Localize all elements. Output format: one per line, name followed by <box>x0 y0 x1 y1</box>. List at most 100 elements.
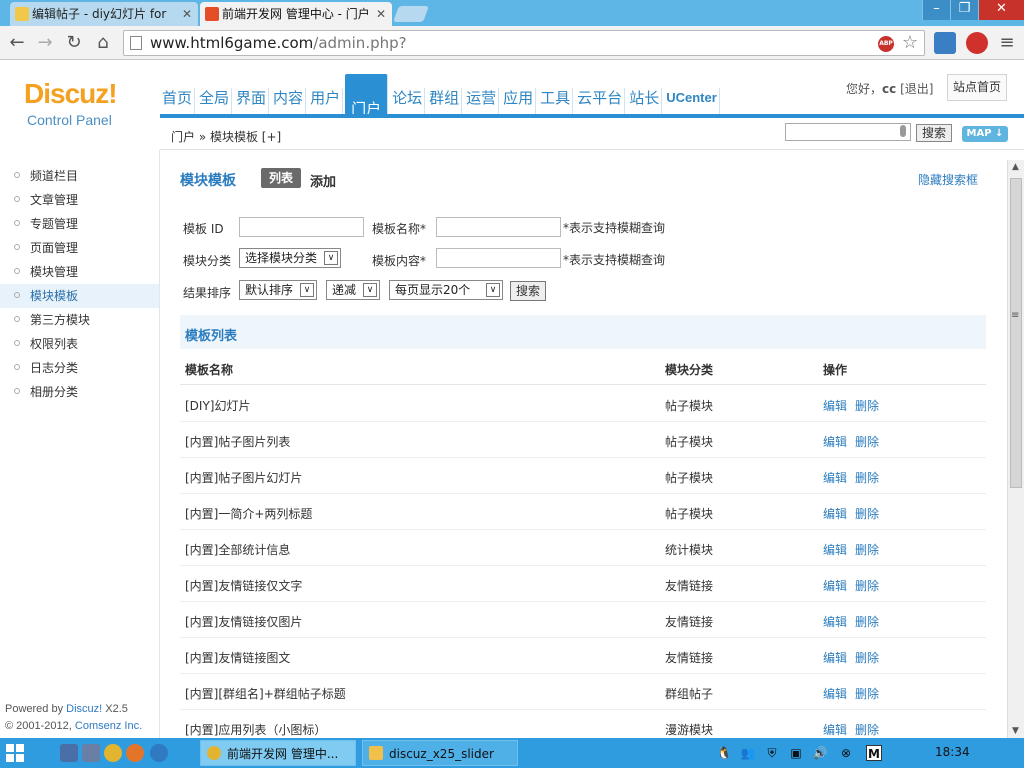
nav-item-13[interactable]: UCenter <box>664 88 720 114</box>
task-chrome-admin[interactable]: 前端开发网 管理中... <box>200 740 356 766</box>
map-button[interactable]: MAP ↓ <box>962 126 1008 142</box>
new-tab-button[interactable] <box>393 6 429 22</box>
scroll-thumb[interactable] <box>1010 178 1022 488</box>
nav-item-8[interactable]: 运营 <box>464 88 500 114</box>
delete-link[interactable]: 删除 <box>855 613 879 630</box>
template-name-input[interactable] <box>436 217 561 237</box>
chrome-icon[interactable] <box>104 744 122 762</box>
sidebar-item-9[interactable]: 相册分类 <box>0 380 159 404</box>
adblock-icon[interactable]: ABP <box>878 36 894 52</box>
sidebar-item-5[interactable]: 模块模板 <box>0 284 159 308</box>
close-window-icon[interactable]: ✕ <box>978 0 1024 20</box>
quick-search-input[interactable] <box>785 123 911 141</box>
edit-link[interactable]: 编辑 <box>823 469 847 486</box>
edit-link[interactable]: 编辑 <box>823 505 847 522</box>
sidebar-item-0[interactable]: 频道栏目 <box>0 164 159 188</box>
nav-item-1[interactable]: 全局 <box>197 88 233 114</box>
sidebar-item-4[interactable]: 模块管理 <box>0 260 159 284</box>
sidebar-item-2[interactable]: 专题管理 <box>0 212 159 236</box>
edit-link[interactable]: 编辑 <box>823 577 847 594</box>
nav-item-0[interactable]: 首页 <box>160 88 196 114</box>
category-select[interactable]: 选择模块分类 ∨ <box>239 248 341 268</box>
nav-item-5[interactable]: 门户 <box>345 74 389 118</box>
menu-icon[interactable]: ≡ <box>996 32 1018 54</box>
template-content-input[interactable] <box>436 248 561 268</box>
breadcrumb[interactable]: 门户 » 模块模板 [+] <box>171 128 281 145</box>
windows-start-icon[interactable] <box>6 744 24 762</box>
reload-icon[interactable]: ↻ <box>63 32 85 54</box>
sidebar-item-1[interactable]: 文章管理 <box>0 188 159 212</box>
tab-add[interactable]: 添加 <box>310 171 336 190</box>
sidebar-item-7[interactable]: 权限列表 <box>0 332 159 356</box>
site-home-button[interactable]: 站点首页 <box>947 74 1007 101</box>
scroll-up-icon[interactable]: ▲ <box>1012 162 1019 172</box>
delete-link[interactable]: 删除 <box>855 721 879 738</box>
edit-link[interactable]: 编辑 <box>823 433 847 450</box>
sidebar-item-6[interactable]: 第三方模块 <box>0 308 159 332</box>
order-select[interactable]: 递减 ∨ <box>326 280 380 300</box>
forward-arrow-icon[interactable]: → <box>34 32 56 54</box>
delete-link[interactable]: 删除 <box>855 649 879 666</box>
edit-link[interactable]: 编辑 <box>823 685 847 702</box>
qq-icon[interactable]: 🐧 <box>716 745 732 761</box>
edit-link[interactable]: 编辑 <box>823 397 847 414</box>
edit-link[interactable]: 编辑 <box>823 541 847 558</box>
hide-search-link[interactable]: 隐藏搜索框 <box>918 171 978 188</box>
search-button[interactable]: 搜索 <box>510 281 546 301</box>
delete-link[interactable]: 删除 <box>855 505 879 522</box>
delete-link[interactable]: 删除 <box>855 397 879 414</box>
task-folder[interactable]: discuz_x25_slider <box>362 740 518 766</box>
close-tab-icon[interactable]: ✕ <box>182 2 192 26</box>
sort-select[interactable]: 默认排序 ∨ <box>239 280 317 300</box>
stop-extension-icon[interactable] <box>966 32 988 54</box>
logout-link[interactable]: [退出] <box>900 82 933 96</box>
address-bar[interactable]: www.html6game.com/admin.php? ABP ☆ <box>123 30 925 56</box>
network-icon[interactable]: ▣ <box>788 745 804 761</box>
minimize-icon[interactable]: – <box>922 0 950 20</box>
edit-link[interactable]: 编辑 <box>823 721 847 738</box>
nav-item-9[interactable]: 应用 <box>501 88 537 114</box>
nav-item-10[interactable]: 工具 <box>538 88 574 114</box>
microphone-icon[interactable] <box>900 125 906 137</box>
sidebar-item-3[interactable]: 页面管理 <box>0 236 159 260</box>
sidebar-item-8[interactable]: 日志分类 <box>0 356 159 380</box>
explorer-icon[interactable] <box>82 744 100 762</box>
page-scrollbar[interactable]: ▲ ≡ ▼ <box>1007 160 1024 738</box>
bookmark-star-icon[interactable]: ☆ <box>902 32 918 53</box>
desktop-icon[interactable] <box>60 744 78 762</box>
nav-item-2[interactable]: 界面 <box>234 88 270 114</box>
nav-item-4[interactable]: 用户 <box>308 88 344 114</box>
security-icon[interactable]: ⛨ <box>764 745 780 761</box>
per-page-select[interactable]: 每页显示20个 ∨ <box>389 280 503 300</box>
delete-link[interactable]: 删除 <box>855 433 879 450</box>
nav-item-12[interactable]: 站长 <box>627 88 663 114</box>
cancel-icon[interactable]: ⊗ <box>838 745 854 761</box>
delete-link[interactable]: 删除 <box>855 469 879 486</box>
home-icon[interactable]: ⌂ <box>92 32 114 54</box>
scroll-down-icon[interactable]: ▼ <box>1012 726 1019 736</box>
edit-link[interactable]: 编辑 <box>823 613 847 630</box>
close-tab-icon[interactable]: ✕ <box>376 2 386 26</box>
nav-item-11[interactable]: 云平台 <box>575 88 626 114</box>
photo-extension-icon[interactable] <box>934 32 956 54</box>
main-nav: 首页 全局 界面 内容 用户 门户 论坛 群组 运营 应用 工具 云平台 站长 UCenter <box>160 74 722 118</box>
quick-search-button[interactable]: 搜索 <box>916 124 952 142</box>
firefox-icon[interactable] <box>126 744 144 762</box>
edit-link[interactable]: 编辑 <box>823 649 847 666</box>
tab-list[interactable]: 列表 <box>261 168 301 188</box>
contacts-icon[interactable]: 👥 <box>740 745 756 761</box>
volume-icon[interactable]: 🔊 <box>812 745 828 761</box>
delete-link[interactable]: 删除 <box>855 541 879 558</box>
back-arrow-icon[interactable]: ← <box>6 32 28 54</box>
browser-tab-edit-post[interactable]: 编辑帖子 - diy幻灯片 for ✕ <box>10 2 198 26</box>
template-id-input[interactable] <box>239 217 364 237</box>
m-app-icon[interactable]: M <box>866 745 882 761</box>
nav-item-3[interactable]: 内容 <box>271 88 307 114</box>
nav-item-7[interactable]: 群组 <box>427 88 463 114</box>
delete-link[interactable]: 删除 <box>855 577 879 594</box>
browser-tab-admin[interactable]: 前端开发网 管理中心 - 门户 ✕ <box>200 2 392 26</box>
restore-icon[interactable]: ❐ <box>950 0 978 20</box>
nav-item-6[interactable]: 论坛 <box>390 88 426 114</box>
ie-icon[interactable] <box>150 744 168 762</box>
delete-link[interactable]: 删除 <box>855 685 879 702</box>
